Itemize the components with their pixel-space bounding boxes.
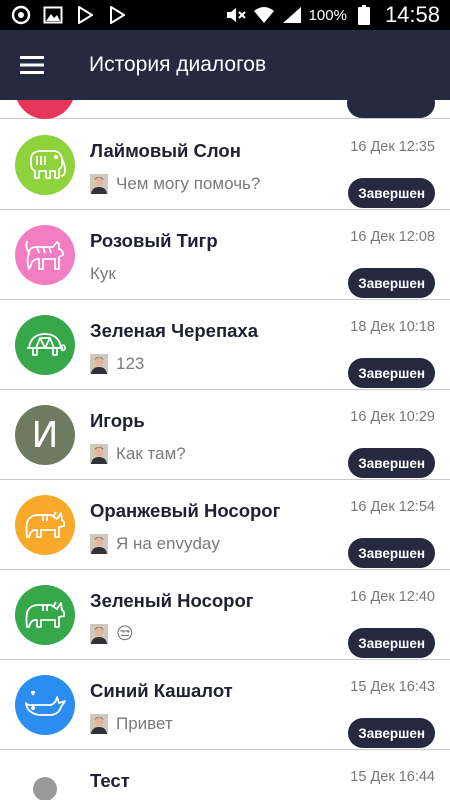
list-item[interactable]: Зеленый Носорог 16 Дек 12:40 😒 Завершен <box>0 570 450 660</box>
message-text: 123 <box>116 354 145 373</box>
play-store-icon <box>106 5 128 25</box>
avatar <box>15 135 75 195</box>
status-badge: Завершен <box>348 358 435 388</box>
page-title: История диалогов <box>89 53 267 76</box>
hamburger-menu-icon <box>20 56 44 74</box>
message-preview: 123 <box>90 354 144 374</box>
image-icon <box>42 5 64 25</box>
turtle-icon <box>27 333 66 356</box>
signal-icon <box>281 5 303 25</box>
message-date: 16 Дек 12:35 <box>350 139 435 155</box>
battery-icon <box>353 5 375 25</box>
list-item[interactable]: Оранжевый Носорог 16 Дек 12:54 Я на envy… <box>0 480 450 570</box>
app-bar: История диалогов <box>0 30 450 100</box>
message-date: 16 Дек 10:29 <box>350 409 435 425</box>
avatar <box>15 585 75 645</box>
contact-name: Зеленая Черепаха <box>90 320 258 341</box>
status-badge: Завершен <box>348 718 435 748</box>
whale-icon <box>25 690 66 716</box>
message-text: Я на envyday <box>116 534 220 553</box>
list-item[interactable]: Розовый Тигр 16 Дек 12:08 Кук Завершен <box>0 210 450 300</box>
contact-name: Синий Кашалот <box>90 680 233 701</box>
operator-avatar <box>90 354 108 374</box>
rhino-icon <box>25 511 66 538</box>
message-preview: Кук <box>90 264 116 284</box>
status-badge: Завершен <box>348 448 435 478</box>
contact-name: Зеленый Носорог <box>90 590 254 611</box>
sync-icon <box>10 5 32 25</box>
menu-button[interactable] <box>0 30 64 100</box>
user-silhouette-icon <box>33 777 57 800</box>
list-item[interactable]: Синий Кашалот 15 Дек 16:43 Привет Заверш… <box>0 660 450 750</box>
status-badge: Завершен <box>348 268 435 298</box>
status-badge: Завершен <box>348 538 435 568</box>
avatar <box>15 315 75 375</box>
list-item[interactable]: Лаймовый Слон 16 Дек 12:35 Чем могу помо… <box>0 120 450 210</box>
contact-name: Лаймовый Слон <box>90 140 241 161</box>
list-item[interactable]: Тест 15 Дек 16:44 <box>0 750 450 800</box>
avatar-initial: И <box>31 414 59 456</box>
status-bar: 100% 14:58 <box>0 0 450 30</box>
message-emoji: 😒 <box>116 624 134 643</box>
operator-avatar <box>90 444 108 464</box>
message-text: Кук <box>90 264 116 283</box>
message-text: Как там? <box>116 444 186 463</box>
contact-name: Тест <box>90 770 130 791</box>
message-date: 16 Дек 12:08 <box>350 229 435 245</box>
status-badge: Завершен <box>348 628 435 658</box>
message-date: 18 Дек 10:18 <box>350 319 435 335</box>
message-date: 15 Дек 16:44 <box>350 769 435 785</box>
elephant-icon <box>30 150 66 179</box>
tiger-icon <box>25 240 64 270</box>
mute-icon <box>225 5 247 25</box>
list-item-partial[interactable] <box>0 100 450 119</box>
message-preview: Привет <box>90 714 173 734</box>
list-item[interactable]: И Игорь 16 Дек 10:29 Как там? Завершен <box>0 390 450 480</box>
operator-avatar <box>90 624 108 644</box>
message-preview: Как там? <box>90 444 186 464</box>
play-store-icon <box>74 5 96 25</box>
wifi-icon <box>253 5 275 25</box>
message-date: 15 Дек 16:43 <box>350 679 435 695</box>
operator-avatar <box>90 714 108 734</box>
avatar: И <box>15 405 75 465</box>
contact-name: Игорь <box>90 410 145 431</box>
avatar <box>15 765 75 800</box>
battery-percent: 100% <box>308 6 347 24</box>
list-item[interactable]: Зеленая Черепаха 18 Дек 10:18 123 Заверш… <box>0 300 450 390</box>
notification-icons <box>0 5 128 25</box>
operator-avatar <box>90 174 108 194</box>
clock: 14:58 <box>384 2 440 27</box>
operator-avatar <box>90 534 108 554</box>
contact-name: Оранжевый Носорог <box>90 500 281 521</box>
contact-name: Розовый Тигр <box>90 230 218 251</box>
status-badge: Завершен <box>348 178 435 208</box>
message-text: Привет <box>116 714 173 733</box>
dialog-history-list[interactable]: Лаймовый Слон 16 Дек 12:35 Чем могу помо… <box>0 100 450 800</box>
avatar <box>15 675 75 735</box>
message-preview: Я на envyday <box>90 534 220 554</box>
message-text: Чем могу помочь? <box>116 174 261 193</box>
message-preview: Чем могу помочь? <box>90 174 260 194</box>
message-date: 16 Дек 12:40 <box>350 589 435 605</box>
message-date: 16 Дек 12:54 <box>350 499 435 515</box>
message-preview: 😒 <box>90 624 134 644</box>
avatar <box>15 495 75 555</box>
system-icons: 100% 14:58 <box>225 2 450 28</box>
avatar <box>15 100 75 119</box>
status-badge <box>347 100 435 118</box>
avatar <box>15 225 75 285</box>
rhino-icon <box>25 601 66 628</box>
